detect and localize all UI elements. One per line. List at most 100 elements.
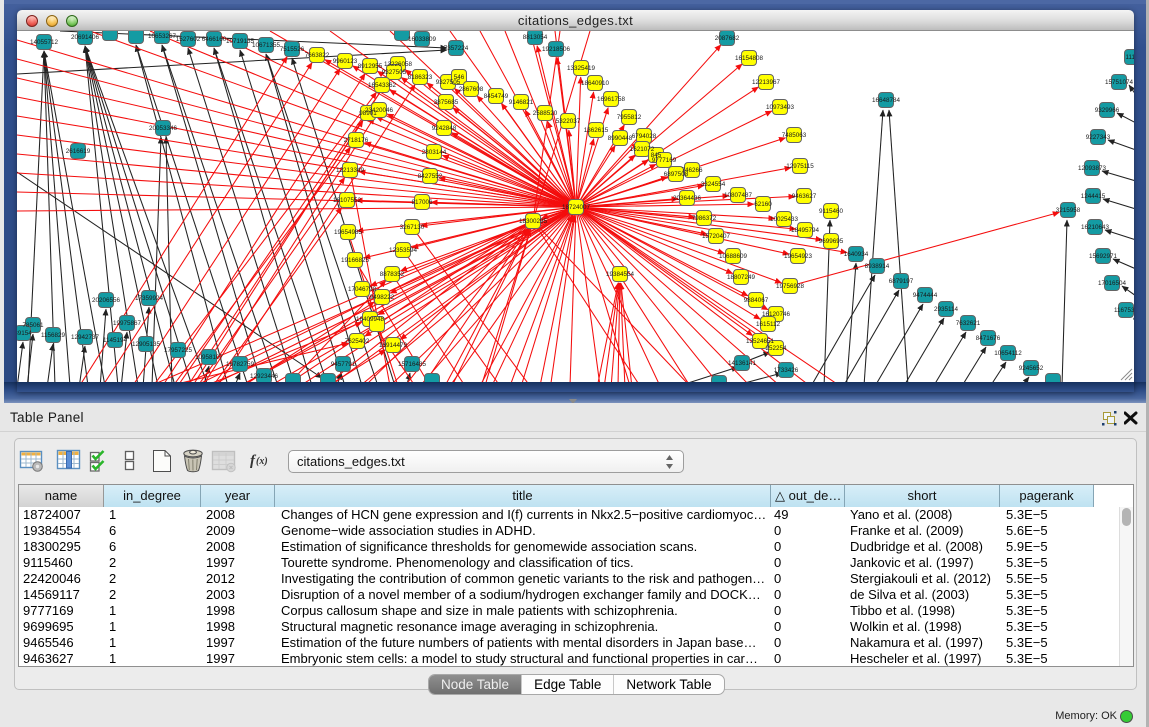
svg-text:13524651: 13524651 (746, 338, 775, 345)
svg-text:2867608: 2867608 (459, 86, 484, 93)
svg-text:19384554: 19384554 (606, 271, 635, 278)
svg-text:16033809: 16033809 (408, 36, 437, 43)
svg-text:10719135: 10719135 (226, 38, 255, 45)
svg-text:785061: 785061 (22, 322, 44, 329)
svg-text:14055712: 14055712 (30, 39, 59, 46)
svg-text:20053346: 20053346 (149, 125, 178, 132)
svg-text:9115460: 9115460 (819, 208, 844, 215)
svg-text:20364436: 20364436 (673, 195, 702, 202)
svg-text:20206556: 20206556 (92, 297, 121, 304)
svg-text:18495794: 18495794 (791, 227, 820, 234)
svg-text:546: 546 (454, 74, 465, 81)
svg-text:18724007: 18724007 (562, 204, 591, 211)
svg-text:9245652: 9245652 (1019, 365, 1044, 372)
svg-text:7663822: 7663822 (305, 52, 330, 59)
svg-text:23420046: 23420046 (365, 107, 394, 114)
svg-text:12353594: 12353594 (389, 247, 418, 254)
svg-text:5322037: 5322037 (556, 118, 581, 125)
svg-text:2087682: 2087682 (715, 35, 740, 42)
svg-text:12905135: 12905135 (132, 341, 161, 348)
svg-text:8990448: 8990448 (608, 135, 633, 142)
svg-text:19654923: 19654923 (784, 253, 813, 260)
svg-text:2588520: 2588520 (533, 110, 558, 117)
svg-text:1156829: 1156829 (41, 332, 66, 339)
svg-text:10654112: 10654112 (994, 350, 1022, 357)
svg-text:17016504: 17016504 (1098, 280, 1127, 287)
svg-text:16120746: 16120746 (762, 311, 791, 318)
svg-text:17957225: 17957225 (164, 347, 193, 354)
svg-text:12213349: 12213349 (336, 167, 365, 174)
svg-text:19654985: 19654985 (334, 229, 363, 236)
svg-text:14136141: 14136141 (728, 360, 757, 367)
svg-text:7485063: 7485063 (782, 132, 807, 139)
svg-text:12975115: 12975115 (786, 163, 814, 170)
svg-text:9242848: 9242848 (432, 125, 457, 132)
svg-text:746266: 746266 (681, 167, 703, 174)
svg-text:62160: 62160 (754, 201, 772, 208)
svg-text:10973493: 10973493 (766, 104, 795, 111)
svg-text:12093873: 12093873 (1078, 165, 1107, 172)
svg-text:16210643: 16210643 (1081, 224, 1110, 231)
svg-text:9960123: 9960123 (333, 58, 358, 65)
svg-text:(x): (x) (256, 456, 268, 467)
svg-text:2935114: 2935114 (934, 306, 959, 313)
svg-text:16543362: 16543362 (368, 82, 397, 89)
svg-text:18300295: 18300295 (519, 218, 548, 225)
svg-text:6794028: 6794028 (632, 133, 657, 140)
svg-text:8938914: 8938914 (865, 263, 890, 270)
svg-text:3267130: 3267130 (400, 224, 425, 231)
svg-text:18640910: 18640910 (581, 80, 610, 87)
svg-text:3324554: 3324554 (701, 181, 726, 188)
svg-text:9777169: 9777169 (652, 157, 677, 164)
svg-text:16961758: 16961758 (597, 96, 626, 103)
svg-text:1640934: 1640934 (844, 251, 869, 258)
svg-text:8471676: 8471676 (976, 335, 1001, 342)
svg-text:8186323: 8186323 (408, 74, 433, 81)
svg-text:3215958: 3215958 (1056, 207, 1081, 214)
svg-text:8427552: 8427552 (418, 173, 443, 180)
svg-text:9474444: 9474444 (913, 292, 938, 299)
svg-text:1145194: 1145194 (103, 337, 128, 344)
svg-text:17046798: 17046798 (348, 286, 377, 293)
svg-text:13226058: 13226058 (384, 61, 413, 68)
svg-text:15751074: 15751074 (1105, 79, 1134, 86)
svg-text:19975867: 19975867 (113, 320, 142, 327)
svg-text:1527602: 1527602 (176, 36, 201, 43)
svg-text:7515526: 7515526 (280, 46, 305, 53)
svg-text:6879197: 6879197 (889, 278, 914, 285)
svg-text:2803144: 2803144 (422, 149, 447, 156)
svg-text:2718176: 2718176 (344, 137, 369, 144)
svg-text:6466160: 6466160 (202, 36, 227, 43)
svg-text:12923446: 12923446 (250, 373, 279, 380)
svg-text:1362615: 1362615 (584, 127, 609, 134)
svg-text:7955812: 7955812 (617, 114, 642, 121)
svg-text:10688609: 10688609 (719, 253, 748, 260)
svg-text:9146821: 9146821 (509, 99, 534, 106)
svg-text:8454749: 8454749 (484, 93, 509, 100)
svg-text:1167533: 1167533 (1114, 307, 1134, 314)
svg-text:7625402: 7625402 (345, 338, 370, 345)
svg-text:16782759: 16782759 (226, 361, 255, 368)
svg-text:9457791: 9457791 (331, 361, 356, 368)
svg-text:8813054: 8813054 (523, 34, 548, 41)
svg-text:8878352: 8878352 (380, 271, 405, 278)
svg-text:10671355: 10671355 (252, 42, 281, 49)
svg-text:10025433: 10025433 (770, 216, 799, 223)
svg-text:8912955: 8912955 (358, 63, 383, 70)
svg-text:3875685: 3875685 (434, 99, 459, 106)
svg-text:9463627: 9463627 (792, 193, 817, 200)
svg-text:15692971: 15692971 (1089, 253, 1118, 260)
svg-text:252254: 252254 (765, 345, 787, 352)
svg-text:16648784: 16648784 (872, 97, 901, 104)
svg-text:7632621: 7632621 (956, 320, 981, 327)
svg-text:9327505: 9327505 (382, 69, 407, 76)
svg-text:10807487: 10807487 (724, 192, 753, 199)
svg-text:15716485: 15716485 (398, 361, 427, 368)
svg-text:9227343: 9227343 (1086, 134, 1111, 141)
svg-text:12942737: 12942737 (71, 334, 100, 341)
svg-text:12213967: 12213967 (752, 79, 781, 86)
svg-text:9699695: 9699695 (819, 238, 844, 245)
svg-text:16154808: 16154808 (735, 55, 764, 62)
svg-text:1615112: 1615112 (756, 321, 781, 328)
svg-text:10958107: 10958107 (195, 354, 224, 361)
